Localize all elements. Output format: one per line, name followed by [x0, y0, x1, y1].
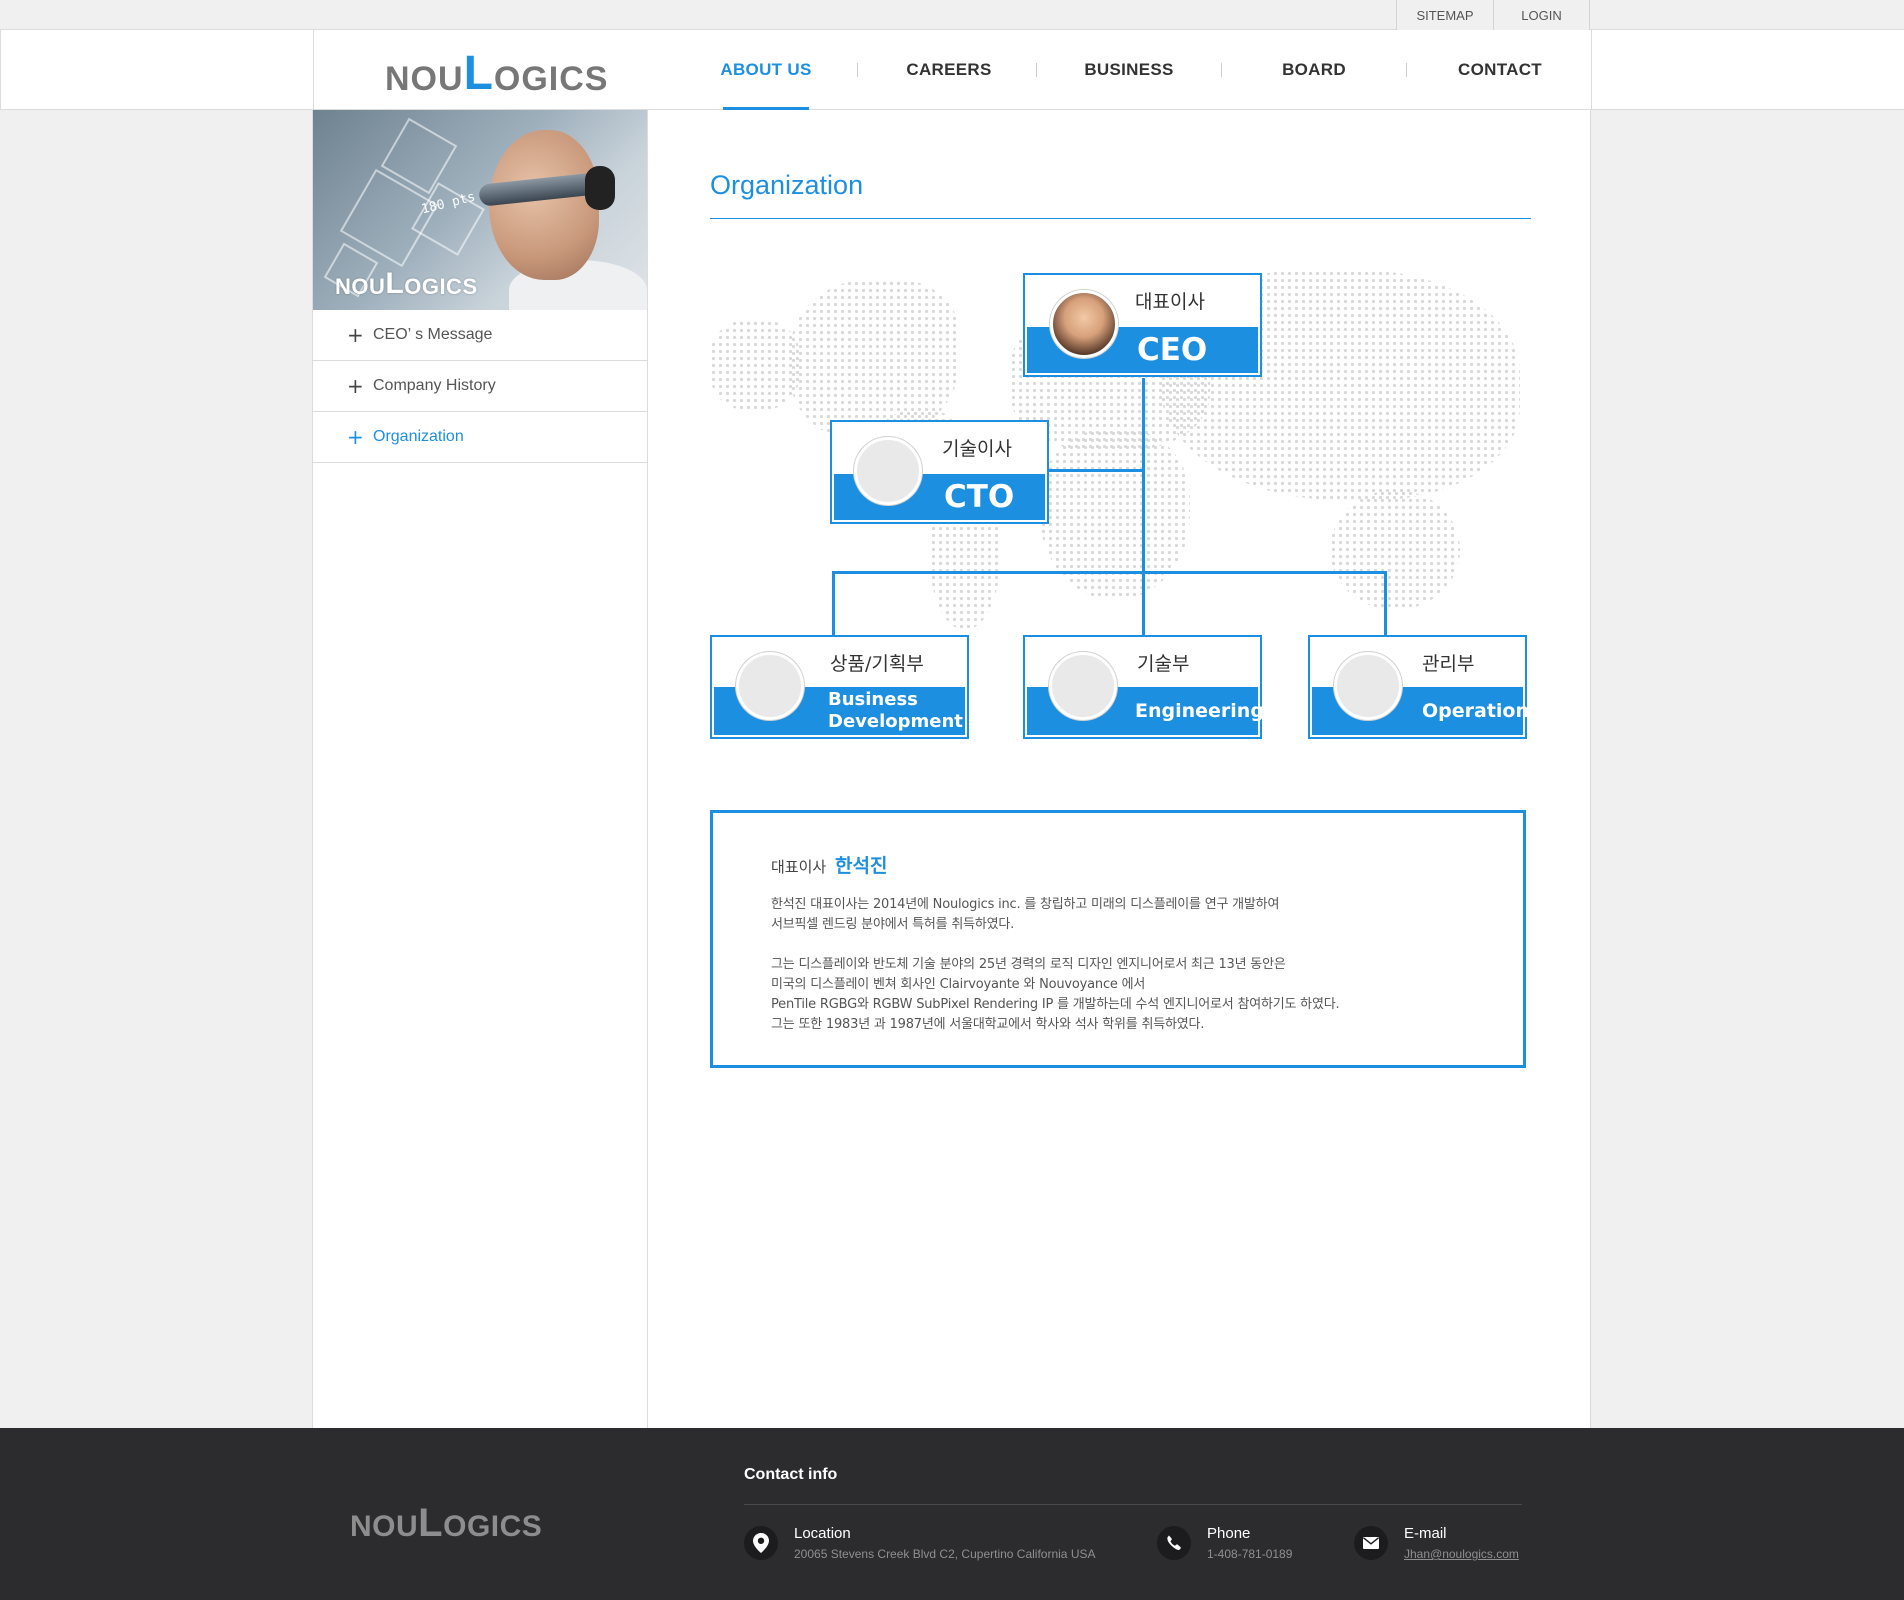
site-footer: NOU L OGICS Contact info Location 20065 St…	[0, 1428, 1904, 1600]
org-node-en-line: Development	[828, 711, 963, 732]
org-node-engineering[interactable]: Engineering 기술부	[1023, 635, 1264, 739]
sidebar-menu: + CEO’ s Message + Company History + Org…	[313, 310, 647, 463]
org-node-en-line: Business	[828, 689, 918, 710]
footer-logo: NOU L OGICS	[350, 1501, 543, 1545]
org-connector-horizontal	[832, 571, 1387, 574]
main-nav: ABOUT US CAREERS BUSINESS BOARD CONTACT	[701, 30, 1571, 110]
footer-contact-title: Contact info	[744, 1466, 838, 1483]
map-region	[1040, 430, 1190, 600]
bio-paragraph-1: 한석진 대표이사는 2014년에 Noulogics inc. 를 창립하고 미…	[771, 895, 1279, 935]
footer-email: E-mail Jhan@noulogics.com	[1354, 1524, 1519, 1564]
nav-separator	[857, 63, 858, 77]
utility-bar: SITEMAP LOGIN	[0, 0, 1904, 30]
bio-line: 미국의 디스플레이 벤쳐 회사인 Clairvoyante 와 Nouvoyan…	[771, 977, 1146, 992]
sidebar-item-company-history[interactable]: + Company History	[313, 361, 647, 412]
login-link[interactable]: LOGIN	[1493, 0, 1590, 30]
bio-name: 한석진	[834, 855, 888, 877]
footer-logo-text-3: OGICS	[443, 1510, 543, 1543]
sidebar-item-label: Company History	[373, 377, 496, 394]
operation-avatar-placeholder	[1334, 652, 1402, 720]
sidebar-item-label: Organization	[373, 428, 464, 445]
location-label: Location	[794, 1525, 851, 1542]
sidebar-item-label: CEO’ s Message	[373, 326, 493, 343]
org-connector-biz	[832, 571, 835, 642]
phone-value: 1-408-781-0189	[1207, 1547, 1293, 1561]
nav-separator	[1221, 63, 1222, 77]
banner-logo-text-1: NOU	[335, 274, 386, 299]
org-node-operation[interactable]: Operation 관리부	[1308, 635, 1529, 739]
email-label: E-mail	[1404, 1525, 1447, 1542]
banner-logo: NOU L OGICS	[335, 267, 478, 300]
footer-phone: Phone 1-408-781-0189	[1157, 1524, 1292, 1564]
org-node-ceo[interactable]: CEO 대표이사	[1023, 273, 1262, 377]
phone-icon	[1157, 1526, 1191, 1560]
location-pin-icon	[744, 1526, 778, 1560]
footer-logo-text-2: L	[418, 1501, 444, 1545]
engineering-avatar-placeholder	[1049, 652, 1117, 720]
bio-role: 대표이사	[771, 858, 827, 876]
main-content: Organization CEO 대표이사 CTO 기술이사 Business …	[648, 110, 1591, 1428]
footer-divider	[744, 1504, 1522, 1505]
plus-icon: +	[347, 425, 364, 449]
plus-icon: +	[347, 374, 364, 398]
nav-business[interactable]: BUSINESS	[1059, 30, 1199, 110]
phone-label: Phone	[1207, 1525, 1251, 1542]
bio-line: PenTile RGBG와 RGBW SubPixel Rendering IP…	[771, 997, 1340, 1012]
logo-text-1: NOU	[385, 60, 464, 98]
location-value: 20065 Stevens Creek Blvd C2, Cupertino C…	[794, 1547, 1096, 1561]
envelope-icon	[1354, 1526, 1388, 1560]
map-region	[710, 320, 800, 410]
plus-icon: +	[347, 323, 364, 347]
org-connector-cto	[1048, 469, 1145, 472]
sidebar-item-ceo-message[interactable]: + CEO’ s Message	[313, 310, 647, 361]
header-divider-right	[1591, 30, 1592, 110]
site-logo[interactable]: NOU L OGICS	[385, 47, 609, 100]
nav-careers[interactable]: CAREERS	[884, 30, 1014, 110]
footer-location: Location 20065 Stevens Creek Blvd C2, Cu…	[744, 1524, 1096, 1564]
header-divider-left	[313, 30, 314, 110]
bio-line: 그는 디스플레이와 반도체 기술 분야의 25년 경력의 로직 디자인 엔지니어…	[771, 957, 1286, 972]
bio-paragraph-2: 그는 디스플레이와 반도체 기술 분야의 25년 경력의 로직 디자인 엔지니어…	[771, 955, 1340, 1035]
bio-heading: 대표이사 한석진	[771, 851, 887, 878]
nav-about-us[interactable]: ABOUT US	[701, 30, 831, 110]
email-link[interactable]: Jhan@noulogics.com	[1404, 1544, 1519, 1564]
banner-person-head	[489, 130, 599, 280]
org-node-business-development[interactable]: Business Development 상품/기획부	[710, 635, 969, 739]
site-header: NOU L OGICS ABOUT US CAREERS BUSINESS BOAR…	[0, 30, 1904, 110]
page-title: Organization	[710, 170, 864, 200]
cto-avatar-placeholder	[854, 437, 922, 505]
ceo-bio-box: 대표이사 한석진 한석진 대표이사는 2014년에 Noulogics inc.…	[710, 810, 1526, 1068]
footer-logo-text-1: NOU	[350, 1510, 419, 1543]
business-avatar-placeholder	[736, 652, 804, 720]
org-connector-ops	[1384, 571, 1387, 642]
banner-person-headphone	[585, 166, 615, 210]
nav-separator	[1036, 63, 1037, 77]
sitemap-link[interactable]: SITEMAP	[1396, 0, 1493, 30]
banner-logo-text-3: OGICS	[404, 274, 478, 299]
bio-line: 그는 또한 1983년 과 1987년에 서울대학교에서 학사와 석사 학위를 …	[771, 1017, 1205, 1032]
sidebar-banner-image: 180 pts NOU L OGICS	[313, 110, 647, 310]
org-node-cto[interactable]: CTO 기술이사	[830, 420, 1049, 524]
sidebar-item-organization[interactable]: + Organization	[313, 412, 647, 463]
ceo-photo	[1050, 290, 1118, 358]
org-connector-vertical	[1142, 378, 1145, 642]
title-divider	[710, 218, 1531, 219]
nav-board[interactable]: BOARD	[1244, 30, 1384, 110]
map-region	[1330, 490, 1460, 610]
bio-line: 한석진 대표이사는 2014년에 Noulogics inc. 를 창립하고 미…	[771, 897, 1280, 912]
bio-line: 서브픽셀 렌드링 분야에서 특허를 취득하였다.	[771, 917, 1015, 932]
logo-text-2: L	[463, 47, 494, 100]
banner-logo-text-2: L	[385, 267, 405, 300]
sidebar: 180 pts NOU L OGICS + CEO’ s Message + Com…	[312, 110, 648, 1428]
nav-contact[interactable]: CONTACT	[1429, 30, 1571, 110]
logo-text-3: OGICS	[493, 60, 609, 98]
nav-separator	[1406, 63, 1407, 77]
